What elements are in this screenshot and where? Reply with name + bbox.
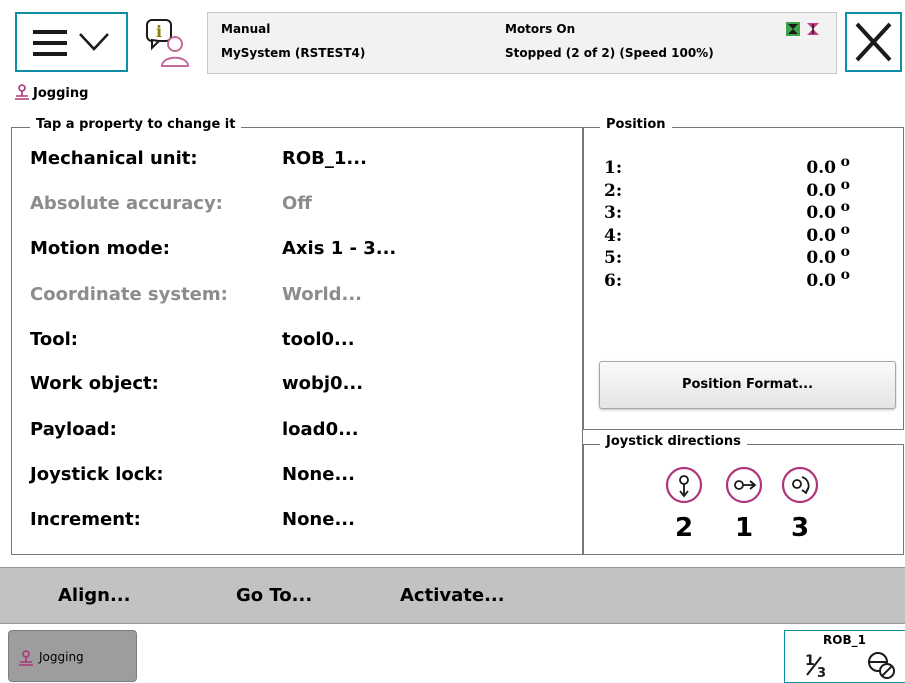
joystick-person-icon [15,84,29,100]
axis-name: 5: [604,248,623,268]
program-state: Stopped (2 of 2) (Speed 100%) [505,46,714,60]
property-value: wobj0... [282,373,364,394]
property-payload[interactable]: Payload: load0... [30,419,570,451]
axis-unit: o [840,244,850,260]
taskbar-jogging-label: Jogging [39,650,84,664]
chevron-down-icon [79,33,109,51]
joystick-twist-icon [781,466,819,504]
property-label: Work object: [30,373,159,394]
action-bar: Align... Go To... Activate... [0,567,905,624]
property-label: Payload: [30,419,117,440]
joystick-person-icon [19,650,33,666]
property-value: None... [282,464,355,485]
quickset-button[interactable]: ROB_1 1 3 [784,630,905,683]
system-name: MySystem (RSTEST4) [221,46,366,60]
property-value: None... [282,509,355,530]
joystick-legend: Joystick directions [600,434,747,449]
joystick-axis-number: 1 [734,513,754,543]
property-label: Tool: [30,329,78,350]
taskbar-jogging-button[interactable]: Jogging [8,630,137,682]
position-panel: Position 1: 0.0 o 2: 0.0 o 3: 0.0 o 4: 0… [583,117,904,430]
property-label: Mechanical unit: [30,148,198,169]
joystick-updown-icon [665,466,703,504]
axis-value: 0.0 [806,158,836,178]
property-label: Joystick lock: [30,464,164,485]
no-increment-icon [868,652,895,679]
joystick-leftright-icon [725,466,763,504]
property-joystick-lock[interactable]: Joystick lock: None... [30,464,570,496]
task-bar: Jogging ROB_1 1 3 [0,625,905,683]
axis-value: 0.0 [806,271,836,291]
main-menu-button[interactable] [15,12,128,72]
property-value: ROB_1... [282,148,367,169]
svg-text:i: i [156,22,162,41]
property-label: Coordinate system: [30,284,228,305]
property-label: Increment: [30,509,141,530]
joystick-axis-number: 2 [674,513,694,543]
axis-value: 0.0 [806,203,836,223]
property-coordinate-system: Coordinate system: World... [30,284,570,316]
status-panel[interactable]: Manual MySystem (RSTEST4) Motors On Stop… [207,12,837,74]
operating-mode: Manual [221,22,271,36]
axis-unit: o [840,267,850,283]
property-value: World... [282,284,363,305]
axis-name: 4: [604,226,623,246]
quickset-unit-label: ROB_1 [823,633,866,647]
property-value: load0... [282,419,359,440]
property-tool[interactable]: Tool: tool0... [30,329,570,361]
property-label: Absolute accuracy: [30,193,223,214]
hamburger-icon [33,30,67,56]
property-value: Axis 1 - 3... [282,238,397,259]
close-icon [855,22,892,62]
activate-button[interactable]: Activate... [400,568,505,625]
property-motion-mode[interactable]: Motion mode: Axis 1 - 3... [30,238,570,270]
axis-row: 6: 0.0 o [604,267,884,293]
breadcrumb: Jogging [14,84,88,104]
position-format-button[interactable]: Position Format... [599,361,896,409]
axis-unit: o [840,177,850,193]
motors-state: Motors On [505,22,576,36]
property-label: Motion mode: [30,238,170,259]
close-button[interactable] [845,12,902,72]
increment-icon: 1 3 [805,653,826,679]
motors-status-icon [786,22,819,36]
top-bar: i Manual MySystem (RSTEST4) Motors On St… [0,0,905,80]
property-work-object[interactable]: Work object: wobj0... [30,373,570,405]
axis-name: 1: [604,158,623,178]
axis-unit: o [840,199,850,215]
joystick-axis-number: 3 [790,513,810,543]
joystick-directions-panel: Joystick directions 2 1 3 [583,434,904,555]
axis-unit: o [840,222,850,238]
axis-name: 3: [604,203,623,223]
property-value: tool0... [282,329,355,350]
properties-panel: Tap a property to change it Mechanical u… [11,117,583,555]
properties-legend: Tap a property to change it [30,117,242,132]
property-value: Off [282,193,312,214]
svg-text:3: 3 [817,666,826,679]
event-log-info-icon[interactable]: i [144,18,194,70]
property-increment[interactable]: Increment: None... [30,509,570,541]
axis-name: 2: [604,181,623,201]
goto-button[interactable]: Go To... [236,568,312,625]
position-legend: Position [600,117,672,132]
align-button[interactable]: Align... [58,568,130,625]
axis-value: 0.0 [806,226,836,246]
axis-value: 0.0 [806,248,836,268]
axis-name: 6: [604,271,623,291]
axis-value: 0.0 [806,181,836,201]
breadcrumb-label: Jogging [33,86,89,101]
property-absolute-accuracy: Absolute accuracy: Off [30,193,570,225]
property-mechanical-unit[interactable]: Mechanical unit: ROB_1... [30,148,570,180]
axis-unit: o [840,154,850,170]
